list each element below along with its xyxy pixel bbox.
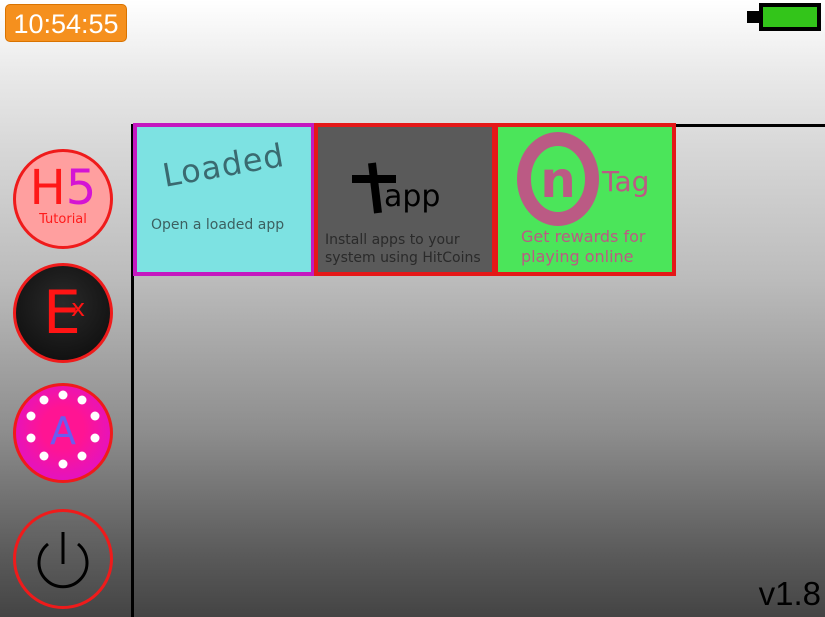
- svg-text:A: A: [50, 409, 76, 453]
- a-app-button[interactable]: A: [13, 383, 113, 483]
- battery-icon: [747, 3, 821, 31]
- ontag-logo-icon: n: [517, 132, 599, 226]
- tutorial-label: Tutorial: [39, 212, 87, 227]
- version-label: v1.8: [758, 575, 821, 612]
- tile-loaded-apps[interactable]: Loaded Open a loaded app: [133, 123, 315, 276]
- clock: 10:54:55: [5, 4, 127, 42]
- dotted-circle-a-icon: A: [26, 390, 100, 469]
- tile-loaded-description: Open a loaded app: [151, 217, 285, 233]
- ex-button[interactable]: E x: [13, 263, 113, 363]
- ex-superscript: x: [71, 294, 86, 322]
- tile-ontag[interactable]: n Tag Get rewards for playing online: [494, 123, 676, 276]
- tile-loaded-title: Loaded: [159, 135, 288, 195]
- tile-add-app-title: app: [384, 179, 441, 214]
- power-button[interactable]: [13, 509, 113, 609]
- tile-ontag-title: Tag: [602, 165, 650, 198]
- svg-text:n: n: [540, 151, 576, 209]
- power-icon: [37, 532, 89, 589]
- tile-add-app[interactable]: app Install apps to your system using Hi…: [314, 123, 496, 276]
- h5-tutorial-button[interactable]: H5 Tutorial: [13, 149, 113, 249]
- tile-add-app-description: Install apps to your system using HitCoi…: [325, 232, 481, 266]
- h5-logo: H5: [29, 160, 97, 216]
- battery-level-fill: [763, 7, 817, 27]
- tile-ontag-description: Get rewards for playing online: [521, 227, 646, 266]
